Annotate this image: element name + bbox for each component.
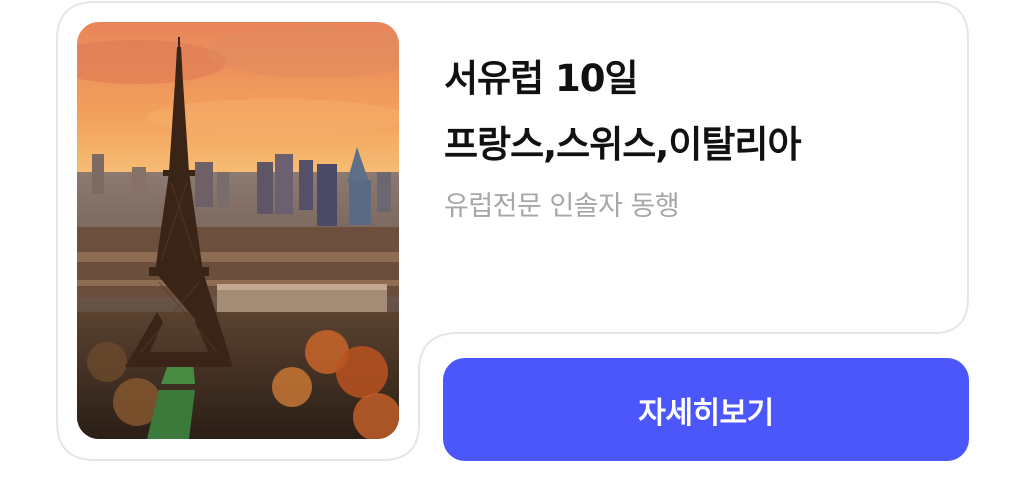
product-title-line1: 서유럽 10일 — [444, 57, 639, 100]
view-details-button[interactable]: 자세히보기 — [443, 358, 969, 461]
product-card-stage: 서유럽 10일 프랑스,스위스,이탈리아 유럽전문 인솔자 동행 자세히보기 — [0, 0, 1024, 494]
eiffel-tower-image — [77, 22, 399, 439]
product-title-line2: 프랑스,스위스,이탈리아 — [444, 123, 802, 166]
product-subtitle: 유럽전문 인솔자 동행 — [444, 191, 680, 222]
eiffel-tower-photo — [77, 22, 399, 439]
